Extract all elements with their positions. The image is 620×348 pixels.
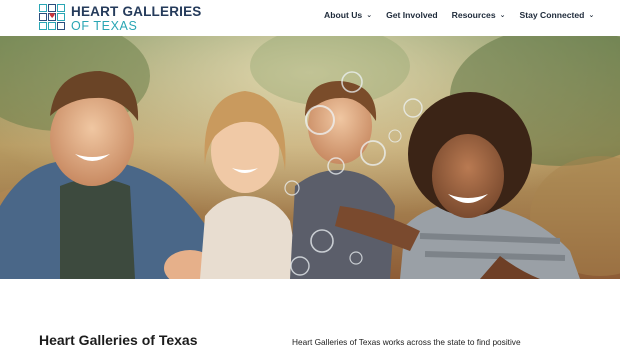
nav-item-label: Get Involved [386,10,438,20]
section-text: Heart Galleries of Texas works across th… [292,337,521,347]
logo-wordmark: HEART GALLERIES OF TEXAS [71,4,202,32]
nav-item-about-us[interactable]: About Us ⌄ [324,10,372,20]
hero-image [0,36,620,279]
site-logo[interactable]: HEART GALLERIES OF TEXAS [39,4,202,32]
nav-item-get-involved[interactable]: Get Involved [386,10,438,20]
nav-item-resources[interactable]: Resources ⌄ [452,10,506,20]
heart-grid-logo-icon [39,4,65,30]
chevron-down-icon: ⌄ [588,11,595,19]
nav-item-label: Stay Connected [519,10,585,20]
intro-section: Heart Galleries of Texas Heart Galleries… [0,279,620,348]
children-bubbles-photo [0,36,620,279]
chevron-down-icon: ⌄ [366,11,373,19]
nav-item-label: Resources [451,10,496,20]
site-header: HEART GALLERIES OF TEXAS About Us ⌄ Get … [0,0,620,36]
logo-line-1: HEART GALLERIES [71,4,202,19]
logo-line-2: OF TEXAS [71,18,138,33]
chevron-down-icon: ⌄ [499,11,506,19]
section-title: Heart Galleries of Texas [39,332,198,348]
nav-item-stay-connected[interactable]: Stay Connected ⌄ [519,10,594,20]
nav-item-label: About Us [324,10,363,20]
main-nav: About Us ⌄ Get Involved Resources ⌄ Stay… [324,10,594,20]
